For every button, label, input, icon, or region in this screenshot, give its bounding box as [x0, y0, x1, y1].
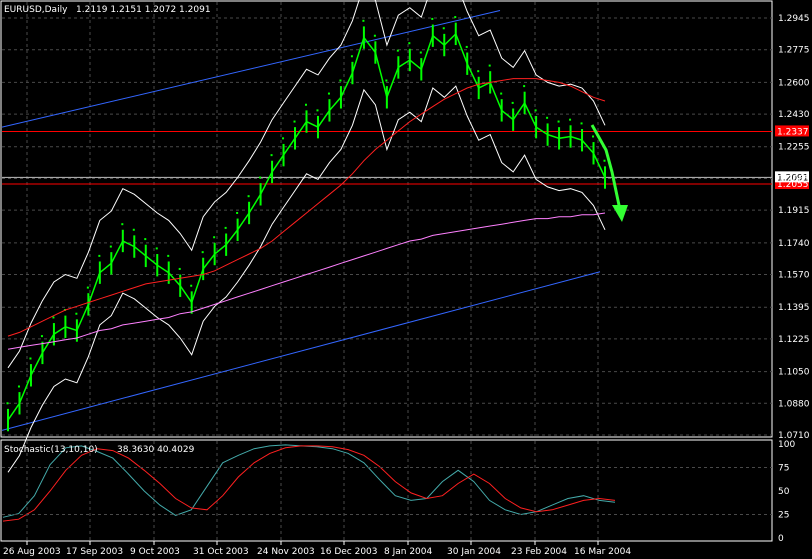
price-tick-label: 1.0710 — [778, 431, 810, 441]
stochastic-main-line — [2, 444, 616, 518]
parabolic-dot — [224, 226, 227, 229]
parabolic-dot — [454, 16, 457, 19]
date-tick-label: 30 Jan 2004 — [447, 547, 501, 557]
price-tick-label: 1.2430 — [778, 110, 810, 120]
parabolic-dot — [477, 70, 480, 73]
price-tick-label: 1.2775 — [778, 46, 810, 56]
date-tick-label: 17 Sep 2003 — [66, 547, 123, 557]
parabolic-dot — [592, 135, 595, 138]
price-tick-label: 1.2255 — [778, 143, 810, 153]
price-tick-label: 1.2600 — [778, 78, 810, 88]
parabolic-dot — [500, 92, 503, 95]
price-tick-label: 1.2945 — [778, 14, 810, 24]
parabolic-dot — [305, 103, 307, 106]
parabolic-dot — [511, 101, 514, 104]
date-tick-label: 8 Jan 2004 — [384, 547, 432, 557]
stochastic-label: Stochastic(13,10,10) — [4, 445, 98, 455]
price-tick-label: 1.0880 — [778, 399, 810, 409]
stochastic-panel-frame — [0, 439, 773, 542]
price-tick-label: 1.1050 — [778, 368, 810, 378]
parabolic-dot — [282, 137, 285, 140]
parabolic-dot — [144, 238, 147, 241]
parabolic-dot — [155, 247, 158, 250]
stochastic-tick-label: 50 — [778, 487, 790, 497]
parabolic-dot — [546, 116, 549, 119]
parabolic-dot — [247, 195, 250, 198]
parabolic-dot — [488, 64, 491, 67]
stochastic-tick-label: 0 — [778, 534, 784, 544]
parabolic-dot — [396, 49, 399, 52]
parabolic-dot — [465, 45, 468, 48]
parabolic-dot — [362, 19, 365, 22]
parabolic-dot — [98, 254, 101, 257]
parabolic-dot — [339, 79, 342, 82]
parabolic-dot — [109, 245, 112, 248]
parabolic-dot — [270, 154, 273, 157]
ohlc-values: 1.2119 1.2151 1.2072 1.2091 — [76, 5, 211, 15]
parabolic-dot — [167, 254, 170, 257]
parabolic-dot — [557, 120, 560, 123]
parabolic-dot — [236, 211, 239, 214]
parabolic-dot — [6, 402, 9, 405]
parabolic-dot — [580, 122, 583, 125]
parabolic-dot — [17, 385, 20, 388]
stochastic-tick-label: 25 — [778, 511, 789, 521]
price-tick-label: 1.2085 — [778, 174, 810, 184]
price-tick-label: 1.1915 — [778, 206, 810, 216]
parabolic-dot — [75, 312, 78, 315]
price-tick-label: 1.1225 — [778, 335, 810, 345]
stochastic-values: 38.3630 40.4029 — [117, 445, 195, 455]
stochastic-signal-line — [2, 445, 616, 522]
parabolic-dot — [121, 223, 124, 226]
date-tick-label: 9 Oct 2003 — [130, 547, 180, 557]
price-chart: 1.23371.20551.2091 1007550250 1.29451.27… — [0, 0, 810, 557]
parabolic-dot — [523, 85, 526, 88]
forecast-arrow-head — [612, 205, 628, 222]
parabolic-dot — [373, 34, 376, 37]
parabolic-dot — [259, 176, 262, 179]
parabolic-dot — [190, 284, 193, 287]
date-tick-label: 24 Nov 2003 — [257, 547, 315, 557]
parabolic-dot — [293, 120, 296, 123]
stochastic-tick-label: 100 — [778, 440, 795, 450]
date-tick-label: 16 Dec 2003 — [320, 547, 378, 557]
parabolic-dot — [603, 159, 606, 162]
parabolic-dot — [132, 228, 135, 231]
parabolic-dot — [408, 42, 411, 45]
parabolic-dot — [316, 109, 319, 112]
price-tick-label: 1.1570 — [778, 271, 810, 281]
parabolic-dot — [178, 267, 181, 270]
parabolic-dot — [419, 51, 422, 54]
date-tick-label: 26 Aug 2003 — [3, 547, 61, 557]
date-tick-label: 23 Feb 2004 — [511, 547, 567, 557]
stochastic-tick-label: 75 — [778, 464, 789, 474]
price-tick-label: 1.1740 — [778, 239, 810, 249]
parabolic-dot — [52, 316, 55, 319]
parabolic-dot — [40, 335, 43, 338]
parabolic-dot — [213, 236, 216, 239]
symbol-label: EURUSD,Daily — [4, 5, 68, 15]
parabolic-dot — [442, 27, 445, 30]
parabolic-dot — [569, 118, 572, 121]
level-label: 1.2337 — [777, 127, 809, 137]
price-tick-label: 1.1395 — [778, 303, 810, 313]
parabolic-dot — [350, 55, 353, 58]
date-tick-label: 31 Oct 2003 — [193, 547, 249, 557]
parabolic-dot — [86, 286, 89, 289]
parabolic-dot — [201, 251, 204, 254]
parabolic-dot — [29, 357, 32, 360]
date-tick-label: 16 Mar 2004 — [574, 547, 631, 557]
parabolic-dot — [385, 79, 388, 82]
parabolic-dot — [431, 17, 434, 20]
parabolic-dot — [534, 109, 537, 112]
parabolic-dot — [327, 92, 330, 95]
